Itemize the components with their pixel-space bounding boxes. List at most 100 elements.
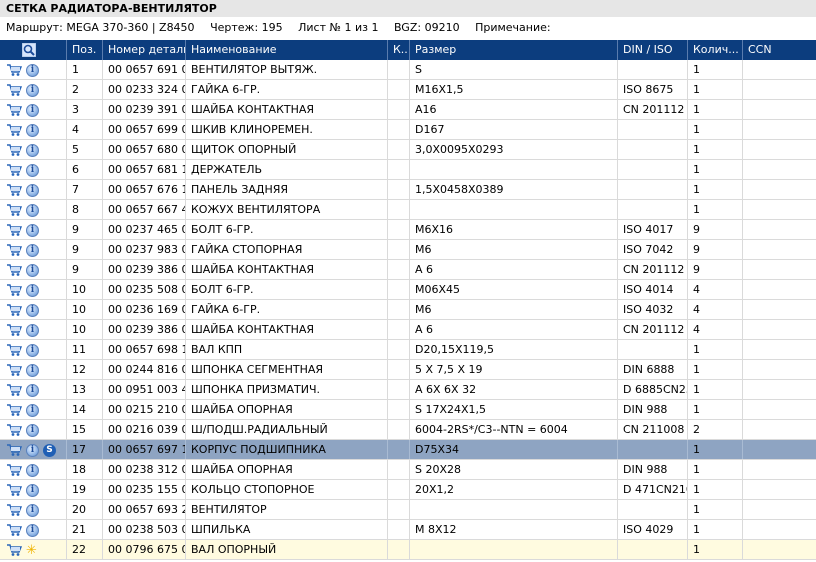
cell-k: [388, 240, 410, 259]
cart-icon[interactable]: [6, 163, 23, 177]
info-icon[interactable]: i: [26, 303, 39, 317]
cart-icon[interactable]: [6, 123, 23, 137]
cart-icon[interactable]: [6, 103, 23, 117]
info-icon[interactable]: i: [26, 483, 39, 497]
table-row[interactable]: i 20 00 0657 693 2 ВЕНТИЛЯТОР 1: [0, 500, 816, 520]
table-row[interactable]: i 10 00 0239 386 0 ШАЙБА КОНТАКТНАЯ A 6 CN 20…: [0, 320, 816, 340]
info-icon[interactable]: i: [26, 83, 39, 97]
table-row[interactable]: i 9 00 0237 465 0 БОЛТ 6-ГР. M6X16 ISO 4017 9: [0, 220, 816, 240]
cart-icon[interactable]: [6, 183, 23, 197]
table-row[interactable]: i 21 00 0238 503 0 ШПИЛЬКА M 8X12 ISO 4029 1: [0, 520, 816, 540]
cart-icon[interactable]: [6, 403, 23, 417]
cell-k: [388, 480, 410, 499]
table-row[interactable]: i 18 00 0238 312 0 ШАЙБА ОПОРНАЯ S 20X28 DIN …: [0, 460, 816, 480]
table-row[interactable]: i 4 00 0657 699 0 ШКИВ КЛИНОРЕМЕН. D167 1: [0, 120, 816, 140]
col-part-number[interactable]: Номер детали: [103, 40, 186, 60]
table-row[interactable]: i 10 00 0235 508 0 БОЛТ 6-ГР. M06X45 ISO 4014…: [0, 280, 816, 300]
star-icon[interactable]: ✳: [26, 544, 37, 557]
cell-size: M 8X12: [410, 520, 618, 539]
table-row[interactable]: i 12 00 0244 816 0 ШПОНКА СЕГМЕНТНАЯ 5 X 7,5…: [0, 360, 816, 380]
table-row[interactable]: i 9 00 0239 386 0 ШАЙБА КОНТАКТНАЯ A 6 CN 201…: [0, 260, 816, 280]
info-bar: Маршрут: MEGA 370-360 | Z8450 Чертеж: 19…: [0, 19, 816, 37]
search-icon[interactable]: [22, 43, 36, 57]
info-icon[interactable]: i: [26, 243, 39, 257]
cell-qty: 1: [688, 520, 743, 539]
info-icon[interactable]: i: [26, 223, 39, 237]
info-icon[interactable]: i: [26, 423, 39, 437]
cart-icon[interactable]: [6, 243, 23, 257]
table-row[interactable]: i 11 00 0657 698 1 ВАЛ КПП D20,15X119,5 1: [0, 340, 816, 360]
cell-k: [388, 180, 410, 199]
table-row[interactable]: i 15 00 0216 039 0 Ш/ПОДШ.РАДИАЛЬНЫЙ 6004-2R…: [0, 420, 816, 440]
col-ccn[interactable]: CCN: [743, 40, 816, 60]
info-icon[interactable]: i: [26, 103, 39, 117]
cell-size: 20X1,2: [410, 480, 618, 499]
table-row[interactable]: i 14 00 0215 210 0 ШАЙБА ОПОРНАЯ S 17X24X1,5…: [0, 400, 816, 420]
cell-ccn: [743, 440, 816, 459]
table-row[interactable]: i 3 00 0239 391 0 ШАЙБА КОНТАКТНАЯ A16 CN 201…: [0, 100, 816, 120]
info-icon[interactable]: i: [26, 63, 39, 77]
col-name[interactable]: Наименование: [186, 40, 388, 60]
cart-icon[interactable]: [6, 383, 23, 397]
info-icon[interactable]: i: [26, 403, 39, 417]
cart-icon[interactable]: [6, 143, 23, 157]
cart-icon[interactable]: [6, 523, 23, 537]
table-row[interactable]: i S 17 00 0657 697 1 КОРПУС ПОДШИПНИКА D75X34…: [0, 440, 816, 460]
cart-icon[interactable]: [6, 203, 23, 217]
cell-ccn: [743, 360, 816, 379]
cart-icon[interactable]: [6, 543, 23, 557]
info-icon[interactable]: i: [26, 363, 39, 377]
info-icon[interactable]: i: [26, 283, 39, 297]
info-icon[interactable]: i: [26, 463, 39, 477]
cart-icon[interactable]: [6, 63, 23, 77]
table-row[interactable]: i 19 00 0235 155 0 КОЛЬЦО СТОПОРНОЕ 20X1,2 D …: [0, 480, 816, 500]
table-row[interactable]: i 8 00 0657 667 4 КОЖУХ ВЕНТИЛЯТОРА 1: [0, 200, 816, 220]
col-size[interactable]: Размер: [410, 40, 618, 60]
info-icon[interactable]: i: [26, 523, 39, 537]
table-row[interactable]: i 5 00 0657 680 0 ЩИТОК ОПОРНЫЙ 3,0X0095X029…: [0, 140, 816, 160]
col-din-iso[interactable]: DIN / ISO: [618, 40, 688, 60]
info-icon[interactable]: i: [26, 343, 39, 357]
cell-size: [410, 540, 618, 559]
col-k[interactable]: К..: [388, 40, 410, 60]
table-row[interactable]: i 2 00 0233 324 0 ГАЙКА 6-ГР. M16X1,5 ISO 867…: [0, 80, 816, 100]
col-qty[interactable]: Колич...: [688, 40, 743, 60]
info-icon[interactable]: i: [26, 203, 39, 217]
info-icon[interactable]: i: [26, 323, 39, 337]
table-row[interactable]: i 6 00 0657 681 1 ДЕРЖАТЕЛЬ 1: [0, 160, 816, 180]
cart-icon[interactable]: [6, 223, 23, 237]
table-row[interactable]: i 7 00 0657 676 1 ПАНЕЛЬ ЗАДНЯЯ 1,5X0458X038…: [0, 180, 816, 200]
cart-icon[interactable]: [6, 363, 23, 377]
cell-din-iso: [618, 340, 688, 359]
cart-icon[interactable]: [6, 443, 23, 457]
table-row[interactable]: i 10 00 0236 169 0 ГАЙКА 6-ГР. M6 ISO 4032 4: [0, 300, 816, 320]
cart-icon[interactable]: [6, 83, 23, 97]
cart-icon[interactable]: [6, 303, 23, 317]
col-pos[interactable]: Поз.: [67, 40, 103, 60]
cell-name: Ш/ПОДШ.РАДИАЛЬНЫЙ: [186, 420, 388, 439]
cart-icon[interactable]: [6, 263, 23, 277]
info-icon[interactable]: i: [26, 263, 39, 277]
info-icon[interactable]: i: [26, 123, 39, 137]
cart-icon[interactable]: [6, 503, 23, 517]
cart-icon[interactable]: [6, 423, 23, 437]
info-icon[interactable]: i: [26, 163, 39, 177]
info-icon[interactable]: i: [26, 183, 39, 197]
info-icon[interactable]: i: [26, 503, 39, 517]
cell-qty: 1: [688, 60, 743, 79]
table-row[interactable]: i 1 00 0657 691 0 ВЕНТИЛЯТОР ВЫТЯЖ. S 1: [0, 60, 816, 80]
cart-icon[interactable]: [6, 463, 23, 477]
header-actions[interactable]: [0, 40, 67, 60]
row-actions: i: [0, 340, 67, 359]
s-badge-icon[interactable]: S: [43, 443, 56, 457]
cart-icon[interactable]: [6, 343, 23, 357]
cart-icon[interactable]: [6, 283, 23, 297]
cart-icon[interactable]: [6, 483, 23, 497]
cart-icon[interactable]: [6, 323, 23, 337]
table-row[interactable]: ✳ 22 00 0796 675 0 ВАЛ ОПОРНЫЙ 1: [0, 540, 816, 560]
table-row[interactable]: i 13 00 0951 003 4 ШПОНКА ПРИЗМАТИЧ. A 6X 6X…: [0, 380, 816, 400]
info-icon[interactable]: i: [26, 383, 39, 397]
info-icon[interactable]: i: [26, 443, 39, 457]
table-row[interactable]: i 9 00 0237 983 0 ГАЙКА СТОПОРНАЯ M6 ISO 7042…: [0, 240, 816, 260]
info-icon[interactable]: i: [26, 143, 39, 157]
